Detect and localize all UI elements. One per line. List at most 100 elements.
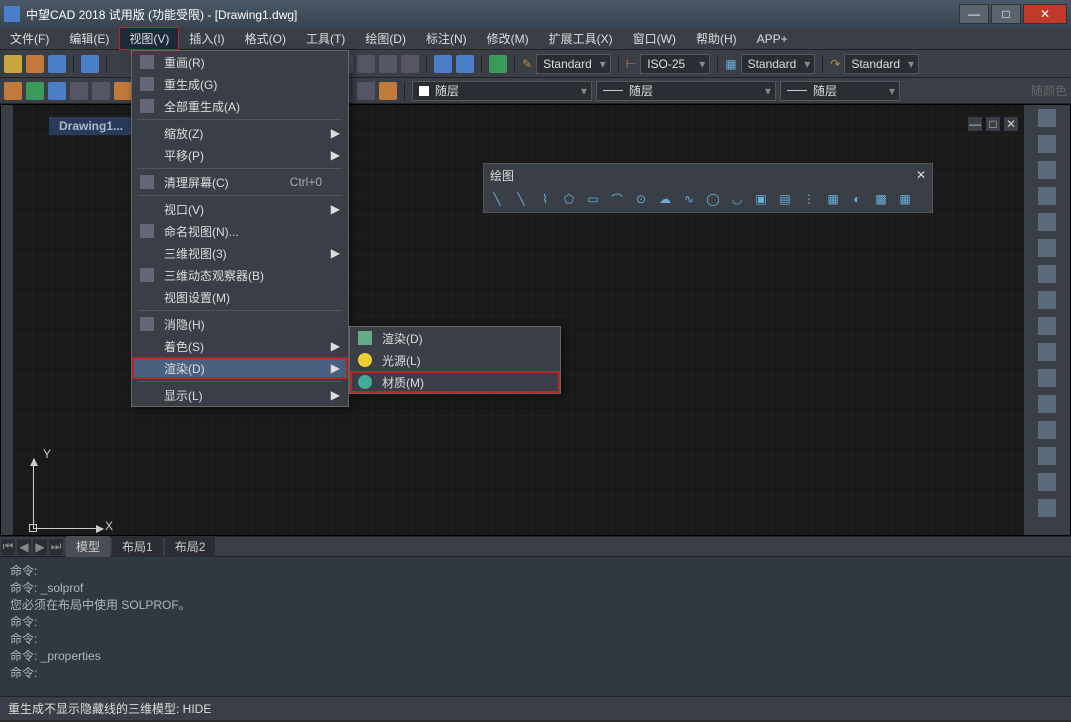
command-window[interactable]: 命令: 命令: _solprof 您必须在布局中使用 SOLPROF。 命令: … [0, 556, 1071, 696]
text-style-dropdown[interactable]: Standard [536, 54, 611, 74]
menu-item-pan[interactable]: 平移(P)▶ [132, 144, 348, 166]
polygon-icon[interactable]: ⬠ [560, 190, 578, 208]
make-block-icon[interactable]: ▤ [776, 190, 794, 208]
menu-item-render[interactable]: 渲染(D)▶ [132, 357, 348, 379]
menu-insert[interactable]: 插入(I) [179, 27, 234, 50]
menu-item-regen[interactable]: 重生成(G) [132, 73, 348, 95]
menu-item-3dview[interactable]: 三维视图(3)▶ [132, 242, 348, 264]
tool-icon[interactable] [1038, 239, 1056, 257]
tab-first-icon[interactable]: ⏮ [1, 539, 15, 555]
hatch-icon[interactable]: ▦ [824, 190, 842, 208]
mleader-style-dropdown[interactable]: Standard [844, 54, 919, 74]
maximize-button[interactable]: □ [991, 4, 1021, 24]
tool-icon[interactable] [1038, 421, 1056, 439]
layer-lock-icon[interactable] [70, 82, 88, 100]
menu-item-cleanscreen[interactable]: 清理屏幕(C)Ctrl+0 [132, 171, 348, 193]
revcloud-icon[interactable]: ☁ [656, 190, 674, 208]
ellipse-icon[interactable]: ◯ [704, 190, 722, 208]
table-icon[interactable]: ▦ [896, 190, 914, 208]
help-icon[interactable] [489, 55, 507, 73]
tool-icon[interactable] [1038, 395, 1056, 413]
tool-icon[interactable] [1038, 369, 1056, 387]
tool-icon[interactable] [1038, 187, 1056, 205]
menu-item-namedview[interactable]: 命名视图(N)... [132, 220, 348, 242]
table-style-dropdown[interactable]: Standard [741, 54, 816, 74]
zoom-prev-icon[interactable] [401, 55, 419, 73]
tool-icon[interactable] [1038, 447, 1056, 465]
tab-prev-icon[interactable]: ◀ [17, 539, 31, 555]
menu-app[interactable]: APP+ [747, 29, 798, 49]
layer-prev-icon[interactable] [114, 82, 132, 100]
gradient-icon[interactable]: ◐ [848, 190, 866, 208]
tool-icon[interactable] [1038, 109, 1056, 127]
design-center-icon[interactable] [456, 55, 474, 73]
menu-item-viewport[interactable]: 视口(V)▶ [132, 198, 348, 220]
submenu-item-material[interactable]: 材质(M) [350, 371, 560, 393]
doc-minimize-icon[interactable]: — [968, 117, 982, 131]
tool-icon[interactable] [1038, 317, 1056, 335]
spline-icon[interactable]: ∿ [680, 190, 698, 208]
properties-icon[interactable] [434, 55, 452, 73]
menu-help[interactable]: 帮助(H) [686, 27, 747, 50]
menu-draw[interactable]: 绘图(D) [355, 27, 416, 50]
submenu-item-light[interactable]: 光源(L) [350, 349, 560, 371]
tool-icon[interactable] [1038, 135, 1056, 153]
doc-close-icon[interactable]: ✕ [1004, 117, 1018, 131]
open-icon[interactable] [26, 55, 44, 73]
linetype-dropdown[interactable]: 随层 [596, 81, 776, 101]
save-icon[interactable] [48, 55, 66, 73]
menu-item-shade[interactable]: 着色(S)▶ [132, 335, 348, 357]
minimize-button[interactable]: — [959, 4, 989, 24]
color-dropdown[interactable]: 随层 [412, 81, 592, 101]
menu-item-redraw[interactable]: 重画(R) [132, 51, 348, 73]
arc-icon[interactable]: ⌒ [608, 190, 626, 208]
tab-model[interactable]: 模型 [66, 536, 110, 557]
insert-icon[interactable] [379, 82, 397, 100]
menu-item-display[interactable]: 显示(L)▶ [132, 384, 348, 406]
point-icon[interactable]: ⋮ [800, 190, 818, 208]
print-icon[interactable] [81, 55, 99, 73]
menu-edit[interactable]: 编辑(E) [59, 27, 119, 50]
tab-layout1[interactable]: 布局1 [112, 536, 163, 557]
document-tab[interactable]: Drawing1... [49, 117, 133, 135]
tool-icon[interactable] [1038, 161, 1056, 179]
menu-dimension[interactable]: 标注(N) [416, 27, 477, 50]
tool-icon[interactable] [1038, 473, 1056, 491]
tab-last-icon[interactable]: ⏭ [49, 539, 63, 555]
polyline-icon[interactable]: ⌇ [536, 190, 554, 208]
submenu-item-render[interactable]: 渲染(D) [350, 327, 560, 349]
menu-item-hide[interactable]: 消隐(H) [132, 313, 348, 335]
doc-maximize-icon[interactable]: □ [986, 117, 1000, 131]
menu-view[interactable]: 视图(V) [119, 27, 179, 50]
menu-extend[interactable]: 扩展工具(X) [539, 27, 623, 50]
rectangle-icon[interactable]: ▭ [584, 190, 602, 208]
tool-icon[interactable] [1038, 213, 1056, 231]
insert-block-icon[interactable]: ▣ [752, 190, 770, 208]
tool-icon[interactable] [1038, 265, 1056, 283]
draw-toolbar[interactable]: 绘图✕ ╲ ╲ ⌇ ⬠ ▭ ⌒ ⊙ ☁ ∿ ◯ ◡ ▣ ▤ ⋮ ▦ ◐ ▩ ▦ [483, 163, 933, 213]
draw-toolbar-close-icon[interactable]: ✕ [916, 168, 926, 182]
layer-on-icon[interactable] [26, 82, 44, 100]
tool-icon[interactable] [1038, 291, 1056, 309]
tab-next-icon[interactable]: ▶ [33, 539, 47, 555]
tool-icon[interactable] [1038, 343, 1056, 361]
layer-color-icon[interactable] [92, 82, 110, 100]
menu-item-3dorbit[interactable]: 三维动态观察器(B) [132, 264, 348, 286]
xline-icon[interactable]: ╲ [512, 190, 530, 208]
menu-tools[interactable]: 工具(T) [296, 27, 355, 50]
block-icon[interactable] [357, 82, 375, 100]
menu-modify[interactable]: 修改(M) [477, 27, 539, 50]
menu-item-regenall[interactable]: 全部重生成(A) [132, 95, 348, 117]
tool-icon[interactable] [1038, 499, 1056, 517]
layer-freeze-icon[interactable] [48, 82, 66, 100]
zoom-icon[interactable] [357, 55, 375, 73]
zoom-window-icon[interactable] [379, 55, 397, 73]
menu-format[interactable]: 格式(O) [235, 27, 296, 50]
menu-item-zoom[interactable]: 缩放(Z)▶ [132, 122, 348, 144]
close-button[interactable]: ✕ [1023, 4, 1067, 24]
tab-layout2[interactable]: 布局2 [165, 536, 216, 557]
line-icon[interactable]: ╲ [488, 190, 506, 208]
layer-mgr-icon[interactable] [4, 82, 22, 100]
region-icon[interactable]: ▩ [872, 190, 890, 208]
new-icon[interactable] [4, 55, 22, 73]
